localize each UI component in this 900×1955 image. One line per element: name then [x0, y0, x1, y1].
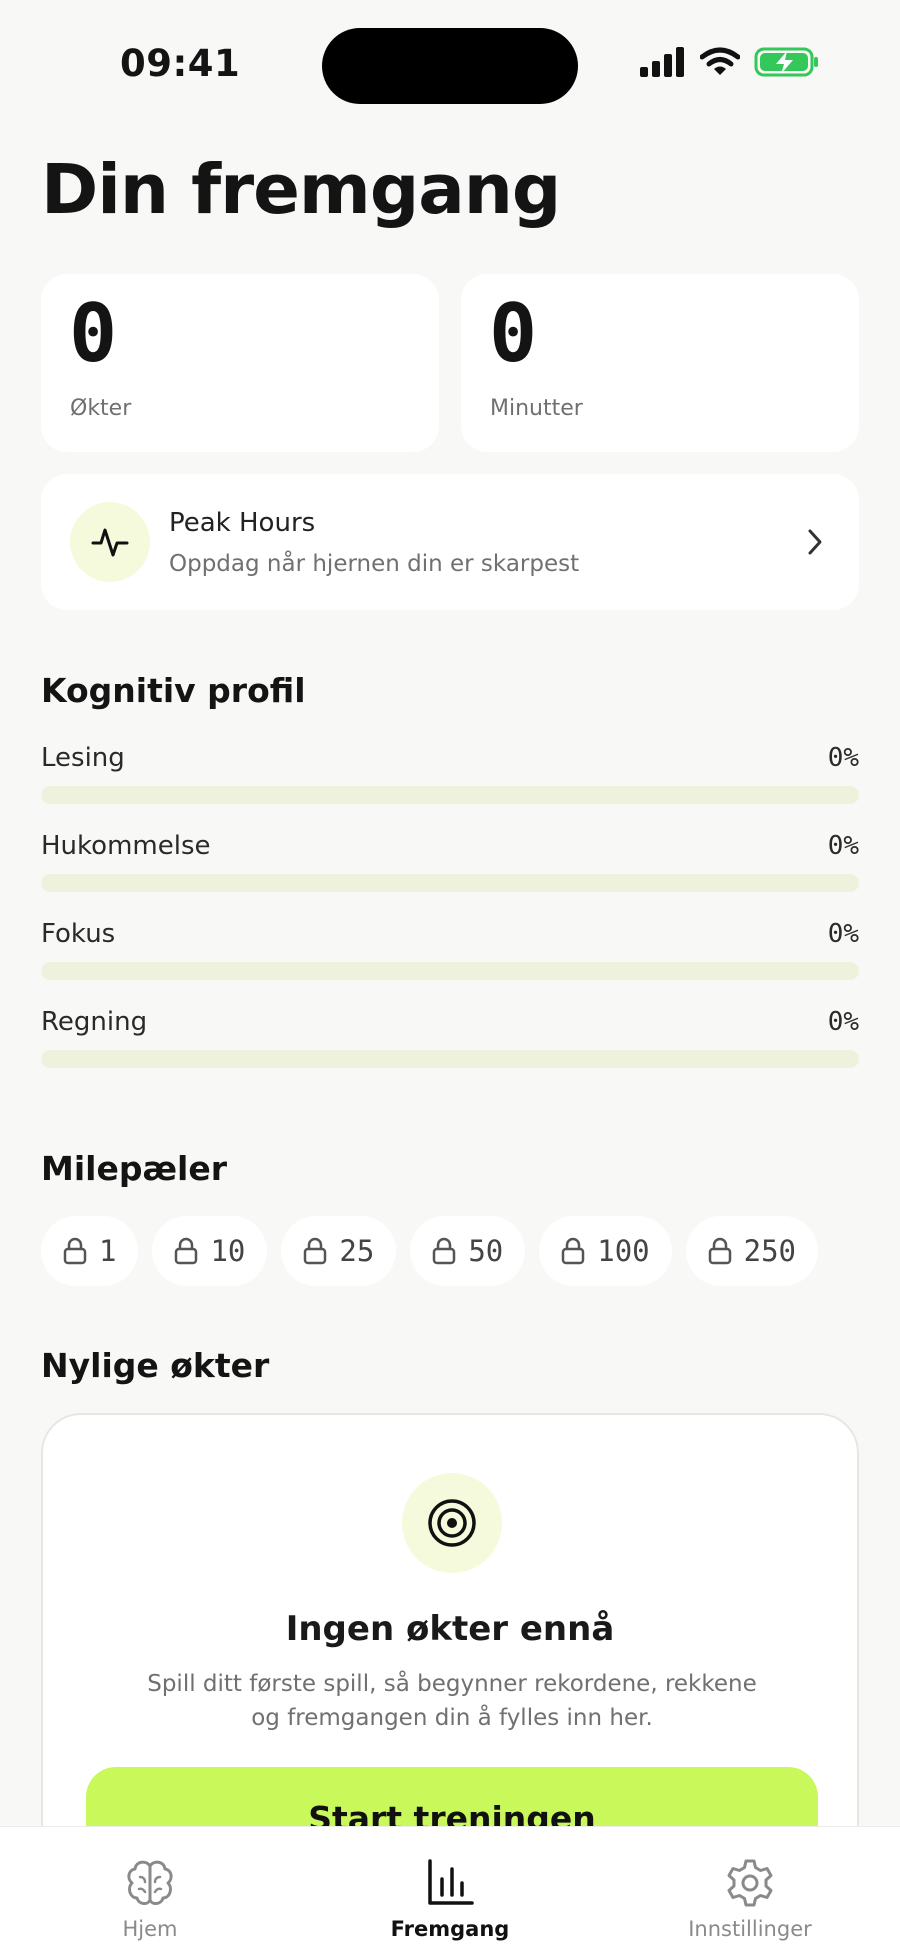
skill-name: Regning	[41, 1007, 148, 1037]
dynamic-island	[322, 28, 578, 104]
lock-icon	[433, 1237, 456, 1265]
wifi-icon	[700, 47, 740, 75]
brain-icon	[127, 1860, 173, 1905]
target-icon	[402, 1473, 502, 1573]
skill-row-memory: Hukommelse 0%	[41, 831, 859, 901]
milestone-value: 10	[210, 1234, 246, 1268]
milestone-value: 1	[99, 1234, 117, 1268]
milestone-chip[interactable]: 10	[152, 1216, 268, 1286]
page-title: Din fremgang	[41, 150, 561, 230]
milestone-chip[interactable]: 250	[685, 1216, 819, 1286]
skill-name: Lesing	[41, 743, 125, 773]
tab-label: Innstillinger	[688, 1917, 812, 1941]
skill-row-reading: Lesing 0%	[41, 743, 859, 813]
milestone-chip[interactable]: 1	[41, 1216, 139, 1286]
skill-progress-bar	[41, 874, 859, 892]
chevron-right-icon	[808, 529, 822, 555]
battery-charging-icon	[754, 47, 818, 77]
milestone-value: 50	[468, 1234, 504, 1268]
skill-progress-bar	[41, 962, 859, 980]
milestone-value: 25	[339, 1234, 375, 1268]
cognitive-profile-title: Kognitiv profil	[41, 671, 306, 710]
tab-settings[interactable]: Innstillinger	[650, 1827, 850, 1955]
recent-sessions-title: Nylige økter	[41, 1346, 270, 1385]
milestones-title: Milepæler	[41, 1149, 228, 1188]
minutes-count: 0	[489, 287, 538, 380]
lock-icon	[63, 1237, 87, 1265]
activity-icon	[70, 502, 150, 582]
sessions-stat-card: 0 Økter	[41, 274, 439, 452]
milestones-list: 1 10 25 50 100 250	[41, 1216, 819, 1286]
lock-icon	[561, 1237, 585, 1265]
milestone-chip[interactable]: 25	[281, 1216, 397, 1286]
tab-label: Hjem	[122, 1917, 178, 1941]
milestone-chip[interactable]: 50	[410, 1216, 526, 1286]
peak-hours-title: Peak Hours	[169, 508, 316, 538]
lock-icon	[175, 1237, 198, 1265]
skill-row-math: Regning 0%	[41, 1007, 859, 1077]
minutes-stat-card: 0 Minutter	[461, 274, 859, 452]
tab-bar: Hjem Fremgang Innstillinger	[0, 1826, 900, 1955]
skill-percent: 0%	[827, 919, 859, 949]
cellular-signal-icon	[640, 47, 684, 77]
lock-icon	[304, 1237, 327, 1265]
skill-row-focus: Fokus 0%	[41, 919, 859, 989]
skill-progress-bar	[41, 1050, 859, 1068]
skill-name: Hukommelse	[41, 831, 211, 861]
tab-progress[interactable]: Fremgang	[350, 1827, 550, 1955]
status-icons	[640, 46, 820, 78]
tab-label: Fremgang	[390, 1917, 510, 1941]
peak-hours-subtitle: Oppdag når hjernen din er skarpest	[169, 551, 580, 577]
skill-percent: 0%	[827, 831, 859, 861]
empty-state-text: Spill ditt første spill, så begynner rek…	[147, 1671, 757, 1731]
skill-percent: 0%	[827, 1007, 859, 1037]
skill-name: Fokus	[41, 919, 116, 949]
milestone-value: 250	[743, 1234, 797, 1268]
skill-progress-bar	[41, 786, 859, 804]
minutes-label: Minutter	[490, 396, 583, 421]
empty-state-title: Ingen økter ennå	[285, 1609, 615, 1649]
peak-hours-card[interactable]: Peak Hours Oppdag når hjernen din er ska…	[41, 474, 859, 610]
status-bar: 09:41	[0, 0, 900, 130]
skill-percent: 0%	[827, 743, 859, 773]
milestone-value: 100	[597, 1234, 650, 1268]
milestone-chip[interactable]: 100	[539, 1216, 672, 1286]
tab-home[interactable]: Hjem	[50, 1827, 250, 1955]
sessions-count: 0	[69, 287, 118, 380]
status-time: 09:41	[120, 42, 241, 85]
lock-icon	[708, 1237, 731, 1265]
sessions-label: Økter	[70, 396, 132, 421]
gear-icon	[727, 1859, 773, 1907]
bar-chart-icon	[428, 1859, 474, 1905]
